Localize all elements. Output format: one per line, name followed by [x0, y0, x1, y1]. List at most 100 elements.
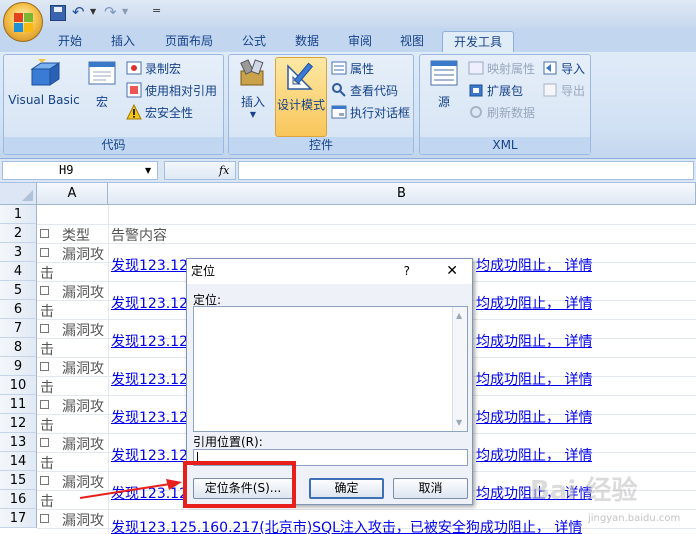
alert-link-cell[interactable]: 均成功阻止， 详情 — [476, 445, 592, 465]
save-icon[interactable] — [50, 5, 66, 21]
design-mode-button[interactable]: 设计模式 — [275, 57, 327, 137]
record-macro-button[interactable]: 录制宏 — [126, 59, 181, 79]
group-controls-label: 控件 — [229, 137, 413, 154]
scroll-down-icon[interactable]: ▼ — [456, 418, 462, 427]
row-header[interactable]: 6 — [0, 300, 37, 319]
list-scrollbar[interactable]: ▲ ▼ — [452, 307, 467, 431]
group-xml-label: XML — [420, 137, 590, 154]
tab-developer[interactable]: 开发工具 — [442, 31, 514, 52]
type-cell: 漏洞攻 — [62, 247, 104, 263]
insert-dropdown-icon: ▼ — [249, 110, 257, 119]
checkbox-icon[interactable] — [40, 362, 49, 371]
source-button[interactable]: 源 — [424, 57, 464, 110]
import-button[interactable]: 导入 — [542, 59, 585, 79]
insert-function-icon[interactable]: fx — [219, 162, 229, 179]
row-header[interactable]: 12 — [0, 414, 37, 433]
formula-input[interactable] — [238, 161, 694, 180]
relative-reference-button[interactable]: 使用相对引用 — [126, 81, 217, 101]
undo-icon[interactable]: ↶ — [72, 5, 88, 21]
refresh-data-button[interactable]: 刷新数据 — [468, 103, 535, 123]
row-header[interactable]: 10 — [0, 376, 37, 395]
cancel-button[interactable]: 取消 — [393, 478, 468, 499]
checkbox-icon[interactable] — [40, 229, 49, 238]
column-header-a[interactable]: A — [37, 183, 108, 205]
macros-button[interactable]: 宏 — [84, 57, 120, 110]
row-header[interactable]: 3 — [0, 243, 37, 262]
tab-page-layout[interactable]: 页面布局 — [156, 31, 222, 52]
alert-link-cell[interactable]: 发现123.12 — [111, 369, 188, 389]
checkbox-icon[interactable] — [40, 514, 49, 523]
checkbox-icon[interactable] — [40, 400, 49, 409]
alert-link-cell[interactable]: 均成功阻止， 详情 — [476, 407, 592, 427]
alert-link-cell[interactable]: 均成功阻止， 详情 — [476, 293, 592, 313]
refresh-icon — [468, 104, 484, 120]
redo-icon[interactable]: ↷ — [104, 5, 120, 21]
alert-link-cell[interactable]: 发现123.125.160.217(北京市)SQL注入攻击，已被安全狗成功阻止，… — [111, 517, 582, 534]
row-header[interactable]: 15 — [0, 471, 37, 490]
row-header[interactable]: 14 — [0, 452, 37, 471]
select-all-corner[interactable] — [0, 183, 37, 205]
tab-data[interactable]: 数据 — [286, 31, 328, 52]
alert-link-cell[interactable]: 均成功阻止， 详情 — [476, 331, 592, 351]
alert-link-cell[interactable]: 发现123.12 — [111, 293, 188, 313]
tab-formulas[interactable]: 公式 — [232, 31, 276, 52]
column-header-b[interactable]: B — [108, 183, 696, 205]
view-code-button[interactable]: 查看代码 — [331, 81, 398, 101]
pointer-arrow-icon — [79, 479, 182, 499]
scroll-up-icon[interactable]: ▲ — [456, 311, 462, 320]
type-cell-wrap: 击 — [40, 380, 54, 396]
row-header[interactable]: 7 — [0, 319, 37, 338]
tab-review[interactable]: 审阅 — [338, 31, 382, 52]
ok-button[interactable]: 确定 — [309, 478, 384, 499]
expansion-packs-icon — [468, 82, 484, 98]
alert-link-cell[interactable]: 发现123.12 — [111, 407, 188, 427]
row-header[interactable]: 4 — [0, 262, 37, 281]
properties-button[interactable]: 属性 — [331, 59, 374, 79]
dialog-title: 定位 ? ✕ — [187, 259, 472, 284]
row-header[interactable]: 2 — [0, 224, 37, 243]
expansion-packs-button[interactable]: 扩展包 — [468, 81, 523, 101]
tab-home[interactable]: 开始 — [50, 31, 90, 52]
row-header[interactable]: 13 — [0, 433, 37, 452]
tab-insert[interactable]: 插入 — [102, 31, 144, 52]
map-properties-button[interactable]: 映射属性 — [468, 59, 535, 79]
alert-link-cell[interactable]: 均成功阻止， 详情 — [476, 255, 592, 275]
alert-link-cell[interactable]: 发现123.12 — [111, 255, 188, 275]
export-button[interactable]: 导出 — [542, 81, 585, 101]
type-cell: 漏洞攻 — [62, 437, 104, 453]
row-header[interactable]: 8 — [0, 338, 37, 357]
macro-security-button[interactable]: 宏安全性 — [126, 103, 193, 123]
checkbox-icon[interactable] — [40, 248, 49, 257]
checkbox-icon[interactable] — [40, 476, 49, 485]
name-box[interactable]: H9 — [2, 161, 158, 180]
tab-view[interactable]: 视图 — [390, 31, 434, 52]
type-cell-wrap: 击 — [40, 418, 54, 434]
checkbox-icon[interactable] — [40, 286, 49, 295]
name-box-dropdown-icon[interactable]: ▼ — [145, 166, 151, 175]
checkbox-icon[interactable] — [40, 324, 49, 333]
alert-link-cell[interactable]: 发现123.12 — [111, 331, 188, 351]
row-header[interactable]: 1 — [0, 205, 37, 224]
row-header[interactable]: 9 — [0, 357, 37, 376]
row-header[interactable]: 11 — [0, 395, 37, 414]
redo-dropdown-icon[interactable]: ▼ — [122, 7, 130, 16]
visual-basic-button[interactable]: Visual Basic — [8, 57, 80, 107]
undo-dropdown-icon[interactable]: ▼ — [90, 7, 98, 16]
insert-control-button[interactable]: 插入 ▼ — [233, 57, 273, 119]
reference-label: 引用位置(R): — [193, 435, 263, 449]
office-logo-icon — [14, 13, 34, 33]
source-label: 源 — [437, 95, 450, 109]
row-header[interactable]: 5 — [0, 281, 37, 300]
office-button[interactable] — [3, 2, 43, 42]
alert-link-cell[interactable]: 发现123.12 — [111, 445, 188, 465]
close-icon[interactable]: ✕ — [446, 259, 458, 284]
row-header[interactable]: 16 — [0, 490, 37, 509]
customize-toolbar-icon[interactable]: = — [152, 4, 161, 17]
alert-link-cell[interactable]: 均成功阻止， 详情 — [476, 369, 592, 389]
checkbox-icon[interactable] — [40, 438, 49, 447]
help-icon[interactable]: ? — [404, 259, 410, 284]
row-header[interactable]: 17 — [0, 509, 37, 528]
goto-list[interactable]: ▲ ▼ — [193, 306, 468, 432]
run-dialog-button[interactable]: 执行对话框 — [331, 103, 410, 123]
map-properties-icon — [468, 60, 484, 76]
